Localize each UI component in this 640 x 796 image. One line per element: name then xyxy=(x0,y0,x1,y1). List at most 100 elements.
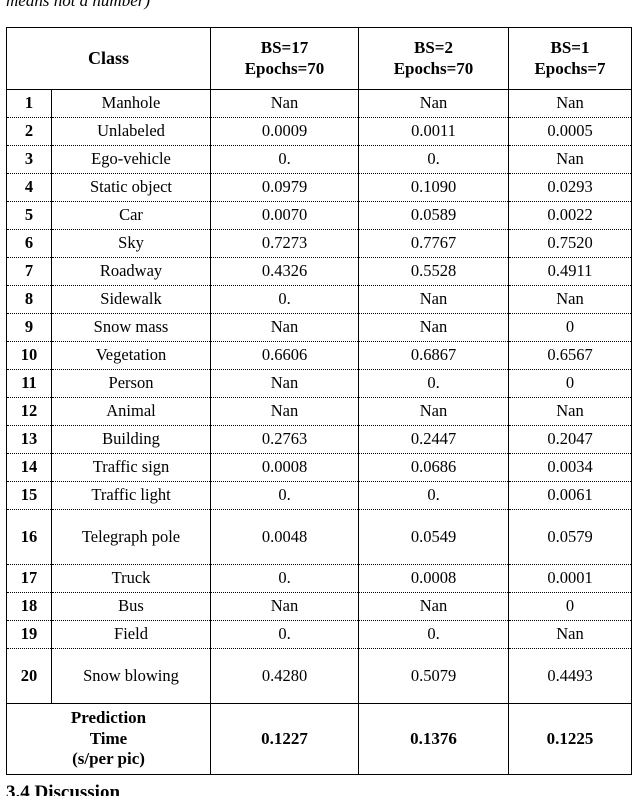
row-value-bs1: Nan xyxy=(508,145,632,174)
row-value-bs17: 0. xyxy=(210,145,360,174)
row-value-bs17: 0. xyxy=(210,481,360,510)
row-value-bs2: 0. xyxy=(358,481,510,510)
row-value-bs2: 0.0686 xyxy=(358,453,510,482)
row-class-name: Truck xyxy=(50,564,212,593)
row-class-name: Manhole xyxy=(50,89,212,118)
row-class-name: Person xyxy=(50,369,212,398)
row-class-name: Ego-vehicle xyxy=(50,145,212,174)
row-value-bs1: 0.0061 xyxy=(508,481,632,510)
table-row: 5 Car 0.0070 0.0589 0.0022 xyxy=(6,201,632,230)
row-class-name: Sky xyxy=(50,229,212,258)
row-value-bs2: 0.0011 xyxy=(358,117,510,146)
table-caption-tail: means not a number) xyxy=(6,0,151,10)
row-index: 14 xyxy=(6,453,52,482)
row-value-bs2: Nan xyxy=(358,397,510,426)
row-value-bs17: 0.0008 xyxy=(210,453,360,482)
row-value-bs17: 0.0048 xyxy=(210,509,360,565)
table-row: 17 Truck 0. 0.0008 0.0001 xyxy=(6,564,632,593)
row-class-name: Traffic sign xyxy=(50,453,212,482)
row-value-bs2: 0. xyxy=(358,620,510,649)
row-class-name: Unlabeled xyxy=(50,117,212,146)
row-index: 10 xyxy=(6,341,52,370)
column-header-bs1-line1: BS=1 xyxy=(550,38,590,58)
row-index: 5 xyxy=(6,201,52,230)
table-row: 14 Traffic sign 0.0008 0.0686 0.0034 xyxy=(6,453,632,482)
table-row: 2 Unlabeled 0.0009 0.0011 0.0005 xyxy=(6,117,632,146)
row-value-bs17: 0.2763 xyxy=(210,425,360,454)
column-header-bs1: BS=1 Epochs=7 xyxy=(508,27,633,90)
row-value-bs2: 0. xyxy=(358,369,510,398)
column-header-bs2: BS=2 Epochs=70 xyxy=(358,27,510,90)
table-row: 15 Traffic light 0. 0. 0.0061 xyxy=(6,481,632,510)
row-index: 12 xyxy=(6,397,52,426)
row-class-name: Field xyxy=(50,620,212,649)
row-value-bs17: Nan xyxy=(210,313,360,342)
row-value-bs17: 0.4326 xyxy=(210,257,360,286)
row-index: 13 xyxy=(6,425,52,454)
row-index: 8 xyxy=(6,285,52,314)
row-value-bs2: 0.7767 xyxy=(358,229,510,258)
row-class-name: Animal xyxy=(50,397,212,426)
table-row: 19 Field 0. 0. Nan xyxy=(6,620,632,649)
row-value-bs1: 0.7520 xyxy=(508,229,632,258)
table-row: 11 Person Nan 0. 0 xyxy=(6,369,632,398)
prediction-time-label-line1: Prediction xyxy=(70,708,147,728)
row-index: 19 xyxy=(6,620,52,649)
row-index: 7 xyxy=(6,257,52,286)
row-value-bs1: 0.2047 xyxy=(508,425,632,454)
row-class-name: Building xyxy=(50,425,212,454)
prediction-time-row: Prediction Time (s/per pic) 0.1227 0.137… xyxy=(6,703,632,775)
prediction-time-bs1: 0.1225 xyxy=(508,703,632,775)
column-header-class: Class xyxy=(5,27,212,90)
row-index: 20 xyxy=(6,648,52,704)
row-index: 11 xyxy=(6,369,52,398)
row-value-bs1: 0.4911 xyxy=(508,257,632,286)
row-value-bs1: 0.0001 xyxy=(508,564,632,593)
row-class-name: Static object xyxy=(50,173,212,202)
row-value-bs2: 0.2447 xyxy=(358,425,510,454)
row-value-bs17: 0.0070 xyxy=(210,201,360,230)
table-row: 18 Bus Nan Nan 0 xyxy=(6,592,632,621)
row-class-name: Vegetation xyxy=(50,341,212,370)
row-value-bs2: 0.5079 xyxy=(358,648,510,704)
row-class-name: Sidewalk xyxy=(50,285,212,314)
row-value-bs2: Nan xyxy=(358,89,510,118)
row-class-name: Telegraph pole xyxy=(50,509,212,565)
row-index: 6 xyxy=(6,229,52,258)
row-class-name: Snow blowing xyxy=(50,648,212,704)
row-value-bs1: 0.0022 xyxy=(508,201,632,230)
row-index: 4 xyxy=(6,173,52,202)
column-header-bs2-line2: Epochs=70 xyxy=(393,58,474,78)
column-header-bs17: BS=17 Epochs=70 xyxy=(210,27,360,90)
row-value-bs2: 0.6867 xyxy=(358,341,510,370)
row-value-bs17: Nan xyxy=(210,397,360,426)
results-table: Class BS=17 Epochs=70 BS=2 Epochs=70 BS=… xyxy=(5,27,633,775)
column-header-bs17-line1: BS=17 xyxy=(260,38,309,58)
row-value-bs1: 0.0005 xyxy=(508,117,632,146)
row-value-bs17: Nan xyxy=(210,592,360,621)
row-value-bs1: 0 xyxy=(508,592,632,621)
row-index: 15 xyxy=(6,481,52,510)
table-row: 7 Roadway 0.4326 0.5528 0.4911 xyxy=(6,257,632,286)
row-class-name: Traffic light xyxy=(50,481,212,510)
row-value-bs1: 0 xyxy=(508,369,632,398)
row-value-bs17: 0.4280 xyxy=(210,648,360,704)
section-heading-discussion: 3.4 Discussion xyxy=(6,782,121,796)
row-class-name: Roadway xyxy=(50,257,212,286)
row-value-bs1: 0 xyxy=(508,313,632,342)
prediction-time-label: Prediction Time (s/per pic) xyxy=(6,703,212,775)
table-row: 13 Building 0.2763 0.2447 0.2047 xyxy=(6,425,632,454)
prediction-time-label-line3: (s/per pic) xyxy=(72,749,145,769)
table-row: 9 Snow mass Nan Nan 0 xyxy=(6,313,632,342)
row-class-name: Car xyxy=(50,201,212,230)
table-row: 1 Manhole Nan Nan Nan xyxy=(6,89,632,118)
row-value-bs17: 0.7273 xyxy=(210,229,360,258)
row-index: 18 xyxy=(6,592,52,621)
column-header-bs17-line2: Epochs=70 xyxy=(244,58,325,78)
table-row: 12 Animal Nan Nan Nan xyxy=(6,397,632,426)
row-value-bs2: Nan xyxy=(358,313,510,342)
row-value-bs17: 0.6606 xyxy=(210,341,360,370)
row-value-bs2: 0.0008 xyxy=(358,564,510,593)
table-row: 10 Vegetation 0.6606 0.6867 0.6567 xyxy=(6,341,632,370)
row-value-bs1: Nan xyxy=(508,620,632,649)
